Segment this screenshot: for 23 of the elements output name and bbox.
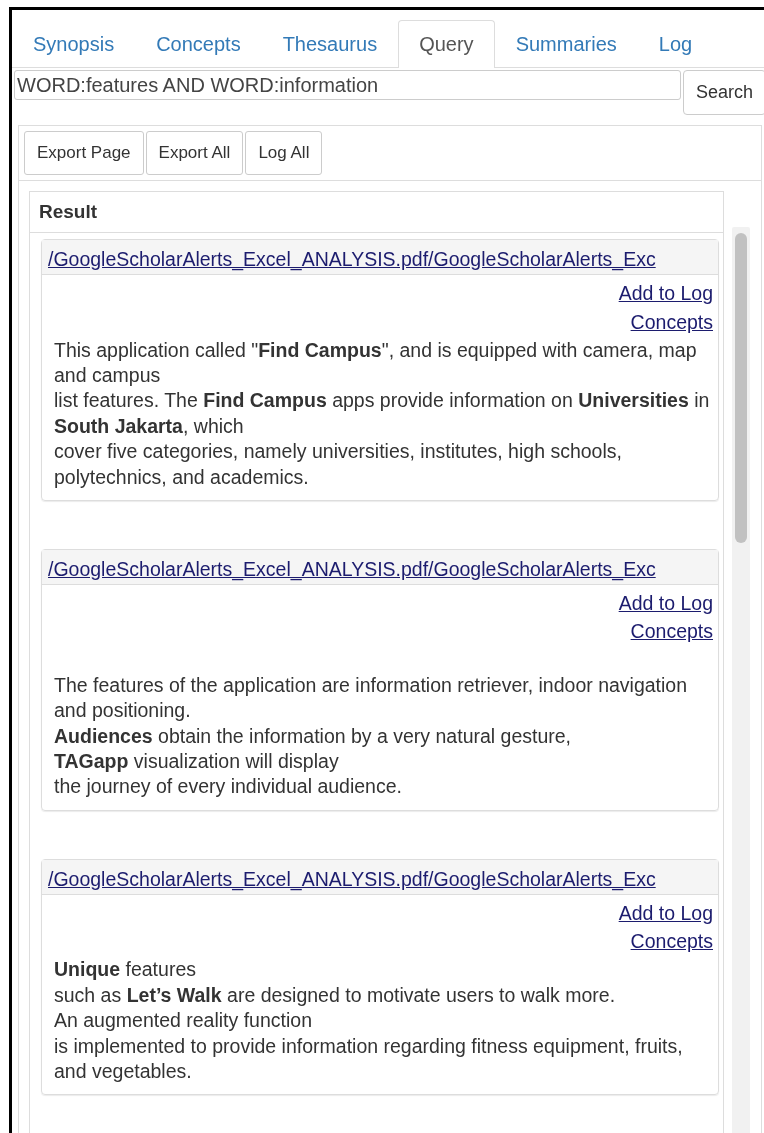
scrollbar-thumb[interactable] <box>735 232 747 543</box>
action-link[interactable]: Concepts <box>630 617 713 646</box>
search-button[interactable]: Search <box>682 70 764 115</box>
tab[interactable]: Query <box>398 20 495 68</box>
result-snippet: This application called "Find Campus", and is equipped with camera, map and campus list features. The Find Campus apps provide information on Universities in South Jakarta, which cover five categories, namely universities, institutes, high schools, polytechnics, and academics. <box>54 337 711 490</box>
tab[interactable]: Thesaurus <box>261 20 399 68</box>
toolbar-button[interactable]: Log All <box>245 131 323 175</box>
result-snippet: Unique features such as Let’s Walk are designed to motivate users to walk more. An augmented reality function is implemented to provide information regarding fitness equipment, fruits, and vegetables. <box>54 957 684 1084</box>
tab[interactable]: Concepts <box>135 20 262 68</box>
action-link[interactable]: Concepts <box>630 307 713 336</box>
action-link[interactable]: Add to Log <box>618 279 713 308</box>
toolbar-button[interactable]: Export All <box>145 131 244 175</box>
action-link[interactable]: Concepts <box>630 927 713 956</box>
tab[interactable]: Synopsis <box>12 20 136 68</box>
action-link[interactable]: Add to Log <box>618 898 713 928</box>
tab[interactable]: Log <box>637 20 714 68</box>
toolbar-button[interactable]: Export Page <box>24 131 144 175</box>
tab[interactable]: Summaries <box>494 20 638 68</box>
query-field[interactable]: WORD:features AND WORD:information <box>14 70 681 100</box>
result-heading: Result <box>30 191 723 233</box>
result-snippet: The features of the application are information retriever, indoor navigation and positioning. Audiences obtain the information by a very natural gesture, TAGapp visualization will display the journey of every individual audience. <box>54 672 689 800</box>
action-link[interactable]: Add to Log <box>618 589 713 618</box>
scrollbar[interactable] <box>732 226 750 1133</box>
